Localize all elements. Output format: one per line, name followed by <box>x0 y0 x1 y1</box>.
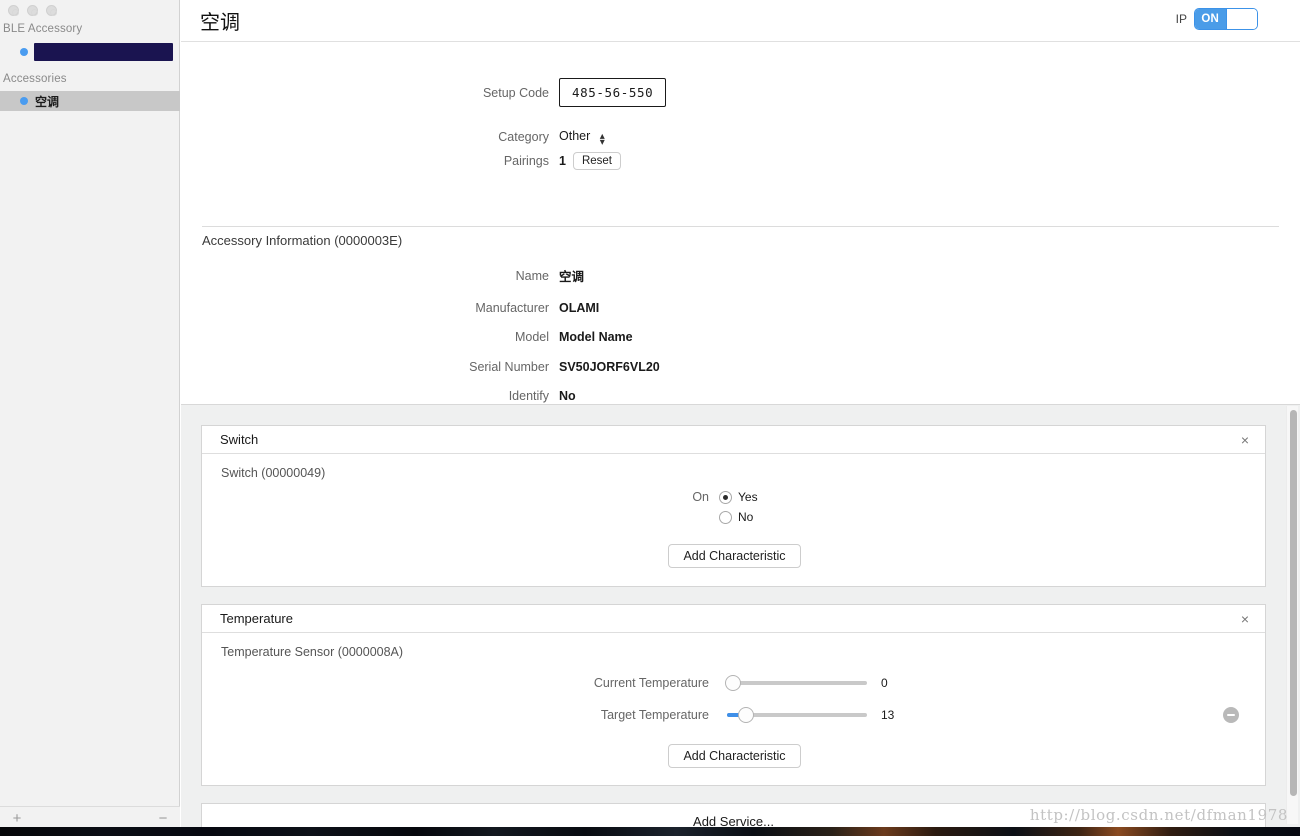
services-scroll-area[interactable]: Switch × Switch (00000049) On Yes No Add… <box>181 404 1300 828</box>
on-radio-row-no[interactable]: No <box>202 510 1267 524</box>
info-value: 空调 <box>559 270 585 284</box>
service-panel-header: Switch × <box>202 426 1265 454</box>
category-select[interactable]: Other ▴ ▾ <box>559 127 605 149</box>
radio-yes-label: Yes <box>738 490 758 504</box>
info-value: Model Name <box>559 330 633 344</box>
info-value: OLAMI <box>559 300 600 315</box>
desktop-wallpaper-strip <box>0 827 1300 836</box>
radio-yes[interactable] <box>719 490 732 504</box>
info-row-manufacturer: Manufacturer OLAMI <box>181 301 1300 315</box>
main-window: BLE Accessory Accessories 空调 + − 空调 IP O… <box>0 0 1300 828</box>
slider-label: Target Temperature <box>600 708 709 722</box>
add-accessory-button[interactable]: + <box>4 807 30 828</box>
category-label: Category <box>498 130 549 145</box>
pairings-label: Pairings <box>503 154 549 168</box>
minimize-window-icon[interactable] <box>27 5 38 16</box>
sidebar-item-redacted-label <box>34 43 173 61</box>
sidebar-item-label: 空调 <box>35 94 60 109</box>
info-row-name: Name 空调 <box>181 266 1300 285</box>
target-temperature-slider[interactable] <box>727 707 867 723</box>
radio-no-label: No <box>738 510 754 524</box>
add-characteristic-button[interactable]: Add Characteristic <box>668 544 801 568</box>
ip-label: IP <box>1175 12 1187 26</box>
close-icon[interactable]: × <box>1235 609 1255 629</box>
pairings-value: 1 <box>559 154 566 168</box>
service-panel-body: Switch (00000049) On Yes No Add Characte… <box>202 454 1265 587</box>
info-label: Serial Number <box>469 359 549 374</box>
service-subtitle: Temperature Sensor (0000008A) <box>221 645 404 659</box>
on-characteristic-group: On Yes No <box>202 490 1267 524</box>
setup-code-value[interactable]: 485-56-550 <box>559 78 667 107</box>
accessory-information-title: Accessory Information (0000003E) <box>202 233 403 248</box>
radio-no[interactable] <box>719 510 732 524</box>
current-temperature-slider[interactable] <box>725 675 867 691</box>
page-title: 空调 <box>200 12 240 34</box>
info-row-serial-number: Serial Number SV50JORF6VL20 <box>181 360 1300 374</box>
reset-pairings-button[interactable]: Reset <box>572 152 621 170</box>
accessory-information-fields: Name 空调 Manufacturer OLAMI Model Model N… <box>181 266 1300 419</box>
sidebar-footer: + − <box>0 806 180 828</box>
ip-toggle[interactable]: ON <box>1194 8 1258 30</box>
main-content: 空调 IP ON Setup Code 485-56-550 Category <box>181 0 1300 828</box>
info-value: No <box>559 389 576 403</box>
sidebar-item-ble-accessory[interactable] <box>0 42 180 62</box>
info-label: Manufacturer <box>475 300 549 315</box>
sidebar-group-ble-accessory: BLE Accessory <box>3 23 83 35</box>
slider-label: Current Temperature <box>593 676 709 690</box>
info-value: SV50JORF6VL20 <box>559 359 660 374</box>
slider-value: 0 <box>881 676 888 690</box>
slider-row-target-temperature: Target Temperature 13 <box>202 707 1267 723</box>
status-dot-icon <box>20 97 28 105</box>
info-label: Model <box>514 330 549 344</box>
slider-value: 13 <box>881 708 895 722</box>
info-row-model: Model Model Name <box>181 330 1300 344</box>
service-panel-header: Temperature × <box>202 605 1265 633</box>
ip-toggle-group: IP ON <box>1176 8 1258 30</box>
service-panel-switch: Switch × Switch (00000049) On Yes No Add… <box>201 425 1266 587</box>
info-label: Name <box>515 268 549 283</box>
slider-row-current-temperature: Current Temperature 0 <box>202 675 1267 691</box>
vertical-scrollbar[interactable] <box>1286 406 1298 824</box>
service-title: Temperature <box>220 611 293 626</box>
titlebar: 空调 IP ON <box>181 0 1300 42</box>
close-window-icon[interactable] <box>8 5 19 16</box>
ip-toggle-off-segment[interactable] <box>1225 9 1257 29</box>
on-label: On <box>692 490 709 504</box>
category-value: Other <box>559 129 591 143</box>
switch-add-characteristic-row: Add Characteristic <box>202 544 1267 568</box>
sidebar-item-kongtiao[interactable]: 空调 <box>0 91 180 111</box>
sidebar: BLE Accessory Accessories 空调 + − <box>0 0 180 828</box>
watermark: http://blog.csdn.net/dfman1978 <box>1029 806 1288 824</box>
service-panel-temperature: Temperature × Temperature Sensor (000000… <box>201 604 1266 786</box>
accessory-top-region: Setup Code 485-56-550 Category Other ▴ ▾ … <box>181 42 1300 437</box>
status-dot-icon <box>20 48 28 56</box>
on-label-spacer <box>202 517 719 518</box>
sidebar-group-accessories: Accessories <box>3 73 67 85</box>
add-characteristic-button[interactable]: Add Characteristic <box>668 744 801 768</box>
setup-code-label: Setup Code <box>482 85 549 100</box>
setup-code-row: Setup Code 485-56-550 <box>181 78 1300 107</box>
remove-characteristic-icon[interactable] <box>1223 707 1239 723</box>
app-root: BLE Accessory Accessories 空调 + − 空调 IP O… <box>0 0 1300 836</box>
zoom-window-icon[interactable] <box>46 5 57 16</box>
close-icon[interactable]: × <box>1235 430 1255 450</box>
category-row: Category Other ▴ ▾ <box>181 127 1300 149</box>
service-panel-body: Temperature Sensor (0000008A) Current Te… <box>202 633 1265 786</box>
pairings-row: Pairings 1 Reset <box>181 152 1300 170</box>
scrollbar-thumb[interactable] <box>1289 410 1297 796</box>
temperature-add-characteristic-row: Add Characteristic <box>202 744 1267 768</box>
on-radio-row-yes[interactable]: On Yes <box>202 490 1267 504</box>
info-row-identify: Identify No <box>181 389 1300 403</box>
service-title: Switch <box>220 432 259 447</box>
service-subtitle: Switch (00000049) <box>221 466 326 480</box>
chevron-updown-icon: ▴ ▾ <box>599 131 605 149</box>
info-label: Identify <box>508 389 549 403</box>
slider-knob[interactable] <box>725 675 741 691</box>
remove-accessory-button[interactable]: − <box>150 807 176 828</box>
section-divider <box>202 226 1279 227</box>
window-traffic-lights <box>8 5 57 16</box>
ip-toggle-on-segment[interactable]: ON <box>1195 9 1226 29</box>
slider-knob[interactable] <box>738 707 754 723</box>
